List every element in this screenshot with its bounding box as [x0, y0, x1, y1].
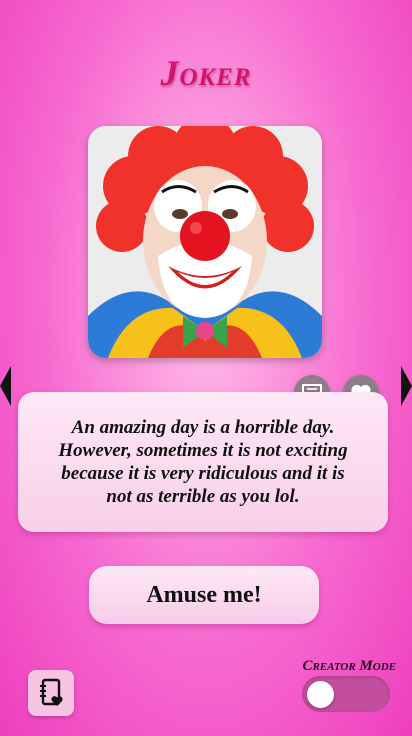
- next-arrow-icon[interactable]: [401, 366, 412, 406]
- quote-card: An amazing day is a horrible day. Howeve…: [18, 392, 388, 532]
- phone-book-heart-icon: [40, 678, 63, 706]
- collection-button[interactable]: [28, 670, 74, 716]
- toggle-knob: [307, 681, 334, 708]
- app-title: Joker: [160, 53, 252, 93]
- clown-photo: [88, 126, 322, 358]
- quote-text: An amazing day is a horrible day. Howeve…: [58, 417, 348, 507]
- previous-arrow-icon[interactable]: [0, 366, 11, 406]
- creator-mode-label: Creator Mode: [302, 658, 396, 674]
- amuse-me-button[interactable]: Amuse me!: [89, 566, 319, 624]
- creator-mode-toggle[interactable]: [302, 676, 390, 712]
